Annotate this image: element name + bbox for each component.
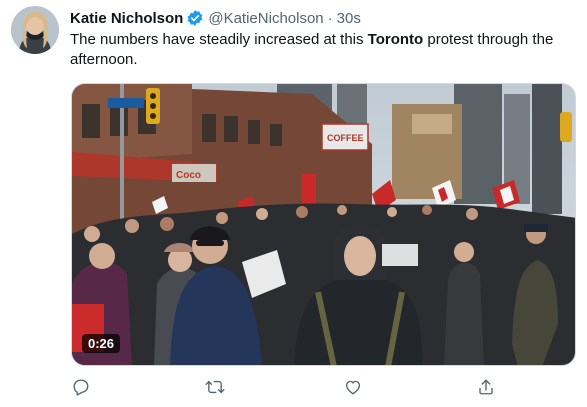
tweet-text-part-1: The numbers have steadily increased at t… — [70, 31, 368, 48]
author-name[interactable]: Katie Nicholson — [70, 10, 183, 27]
action-bar — [70, 377, 500, 401]
video-duration: 0:26 — [82, 334, 121, 353]
like-button[interactable] — [340, 377, 366, 401]
like-icon — [344, 378, 362, 401]
tweet-header: Katie Nicholson @KatieNicholson · 30s — [70, 8, 361, 28]
avatar[interactable] — [11, 6, 59, 54]
verified-badge-icon — [186, 9, 204, 27]
header-separator: · — [327, 9, 333, 27]
tweet-timestamp[interactable]: 30s — [337, 10, 361, 27]
video-frame: Coco COFFEE — [72, 84, 575, 365]
tweet-text-bold[interactable]: Toronto — [368, 31, 424, 48]
reply-button[interactable] — [68, 377, 94, 401]
video-player[interactable]: Coco COFFEE 0:26 — [71, 83, 576, 366]
share-button[interactable] — [473, 377, 499, 401]
author-handle[interactable]: @KatieNicholson — [208, 10, 323, 27]
retweet-icon — [205, 378, 225, 401]
tweet-text: The numbers have steadily increased at t… — [70, 30, 575, 70]
share-icon — [477, 378, 495, 401]
retweet-button[interactable] — [202, 377, 228, 401]
reply-icon — [72, 378, 90, 401]
tweet-card: Katie Nicholson @KatieNicholson · 30s Th… — [0, 0, 587, 407]
